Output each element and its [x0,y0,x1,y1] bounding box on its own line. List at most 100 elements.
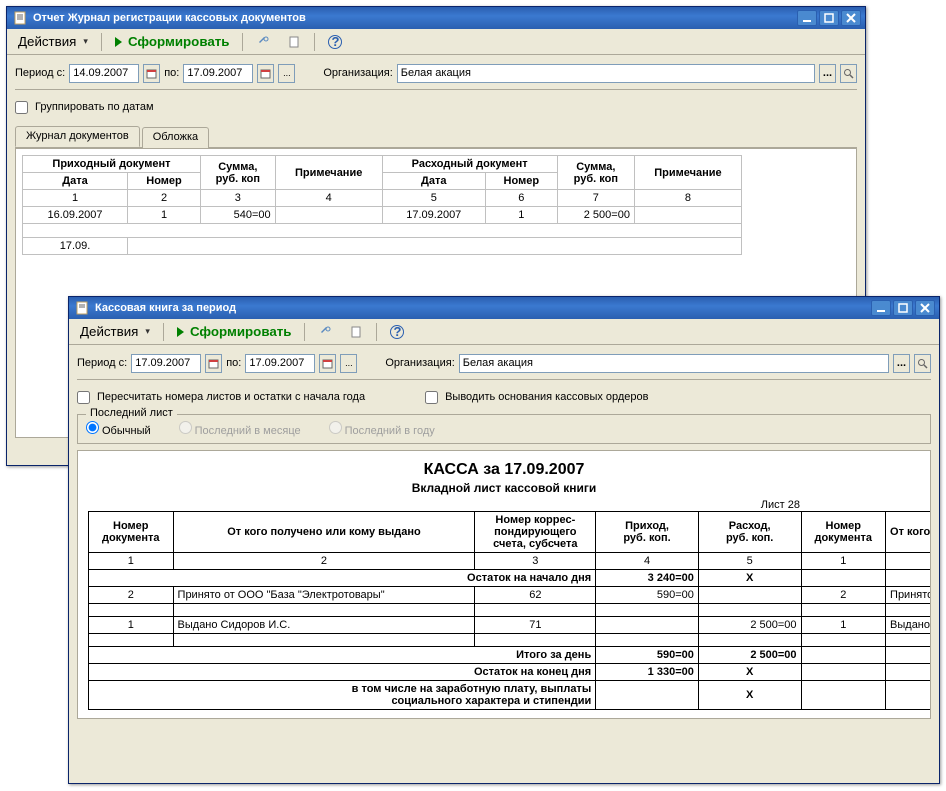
col-note-1: Примечание [275,156,382,190]
period-to-label-1: по: [164,67,179,79]
col-num-2: Номер [485,173,557,190]
radio-year-input [329,421,342,434]
output-checkbox[interactable] [425,391,438,404]
config-button-1[interactable] [249,32,277,52]
col-expense: Расход, руб. коп. [698,512,801,553]
tab-journal[interactable]: Журнал документов [15,126,140,147]
actions-dropdown-2[interactable]: Действия [73,322,157,342]
org-label-1: Организация: [323,67,392,79]
salary-row: в том числе на заработную плату, выплаты… [89,681,932,710]
closing-row: Остаток на конец дня 1 330=00 X [89,664,932,681]
maximize-button-2[interactable] [893,300,913,316]
org-open-button-1[interactable] [840,64,857,83]
toolbar-separator [242,33,243,51]
toolbar-separator [101,33,102,51]
last-sheet-group: Последний лист Обычный Последний в месяц… [77,414,931,444]
table-blank-row [89,634,932,647]
output-checkbox-row[interactable]: Выводить основания кассовых ордеров [425,386,648,408]
table-row[interactable]: 2 Принято от ООО "База "Электротовары" 6… [89,587,932,604]
org-open-button-2[interactable] [914,354,931,373]
calendar-icon [208,358,219,369]
generate-button-2[interactable]: Сформировать [170,322,299,342]
col-income-doc: Приходный документ [23,156,201,173]
toolbar-2: Действия Сформировать ? [69,319,939,345]
generate-label-2: Сформировать [190,324,292,339]
date-from-input-1[interactable]: 14.09.2007 [69,64,139,83]
col-corr: Номер коррес- пондирующего счета, субсче… [475,512,596,553]
toolbar-separator [304,323,305,341]
settings-button-2[interactable] [342,322,370,342]
org-select-button-1[interactable]: ... [819,64,836,83]
content-area-2: Период с: 17.09.2007 по: 17.09.2007 ... … [69,345,939,727]
minimize-button-1[interactable] [797,10,817,26]
col-from-to-2: От кого [886,512,931,553]
magnifier-icon [843,68,854,79]
titlebar-2[interactable]: Кассовая книга за период [69,297,939,319]
page-icon [287,35,301,49]
date-to-input-2[interactable]: 17.09.2007 [245,354,315,373]
radio-normal[interactable]: Обычный [86,421,151,437]
org-input-2[interactable]: Белая акация [459,354,889,373]
settings-button-1[interactable] [280,32,308,52]
period-from-label-1: Период с: [15,67,65,79]
radio-month: Последний в месяце [179,421,301,437]
col-date-2: Дата [382,173,485,190]
magnifier-icon [917,358,928,369]
sheet-subtitle: Вкладной лист кассовой книги [88,481,920,495]
help-button-2[interactable]: ? [383,322,411,342]
radio-normal-input[interactable] [86,421,99,434]
col-date-1: Дата [23,173,128,190]
table-row[interactable] [23,224,742,238]
titlebar-1[interactable]: Отчет Журнал регистрации кассовых докуме… [7,7,865,29]
group-by-dates-label: Группировать по датам [35,101,154,113]
cash-book-sheet[interactable]: КАССА за 17.09.2007 Вкладной лист кассов… [77,450,931,719]
period-button-1[interactable]: ... [278,64,295,83]
calendar-button-to-2[interactable] [319,354,336,373]
window-title-2: Кассовая книга за период [95,302,871,314]
window-title-1: Отчет Журнал регистрации кассовых докуме… [33,12,797,24]
org-select-button-2[interactable]: ... [893,354,910,373]
config-button-2[interactable] [311,322,339,342]
output-label: Выводить основания кассовых ордеров [445,391,648,403]
tab-cover[interactable]: Обложка [142,127,209,148]
minimize-button-2[interactable] [871,300,891,316]
total-row: Итого за день 590=00 2 500=00 [89,647,932,664]
col-doc-num: Номер документа [89,512,174,553]
generate-button-1[interactable]: Сформировать [108,32,237,52]
calendar-button-from-2[interactable] [205,354,222,373]
toolbar-separator [314,33,315,51]
toolbar-1: Действия Сформировать ? [7,29,865,55]
date-to-input-1[interactable]: 17.09.2007 [183,64,253,83]
generate-label-1: Сформировать [128,34,230,49]
close-button-1[interactable] [841,10,861,26]
help-icon: ? [390,325,404,339]
org-label-2: Организация: [385,357,454,369]
journal-table: Приходный документ Сумма, руб. коп Приме… [22,155,742,255]
recalc-checkbox-row[interactable]: Пересчитать номера листов и остатки с на… [77,386,365,408]
ellipsis-icon: ... [823,67,832,79]
period-button-2[interactable]: ... [340,354,357,373]
wrench-icon [256,35,270,49]
org-input-1[interactable]: Белая акация [397,64,815,83]
actions-dropdown-1[interactable]: Действия [11,32,95,52]
group-by-dates-checkbox[interactable] [15,101,28,114]
sheet-number: Лист 28 [88,499,920,511]
help-button-1[interactable]: ? [321,32,349,52]
table-row[interactable]: 1 Выдано Сидоров И.С. 71 2 500=00 1 Выда… [89,617,932,634]
last-sheet-group-title: Последний лист [86,407,177,419]
help-icon: ? [328,35,342,49]
calendar-button-to-1[interactable] [257,64,274,83]
tab-cover-label: Обложка [153,131,198,143]
table-row[interactable]: 16.09.2007 1 540=00 17.09.2007 1 2 500=0… [23,207,742,224]
table-row[interactable]: 17.09. [23,238,742,255]
close-button-2[interactable] [915,300,935,316]
date-from-input-2[interactable]: 17.09.2007 [131,354,201,373]
maximize-button-1[interactable] [819,10,839,26]
col-doc-num-2: Номер документа [801,512,886,553]
opening-row: Остаток на начало дня 3 240=00 X [89,570,932,587]
recalc-checkbox[interactable] [77,391,90,404]
calendar-button-from-1[interactable] [143,64,160,83]
report-icon [13,11,27,25]
toolbar-separator [163,323,164,341]
calendar-icon [260,68,271,79]
